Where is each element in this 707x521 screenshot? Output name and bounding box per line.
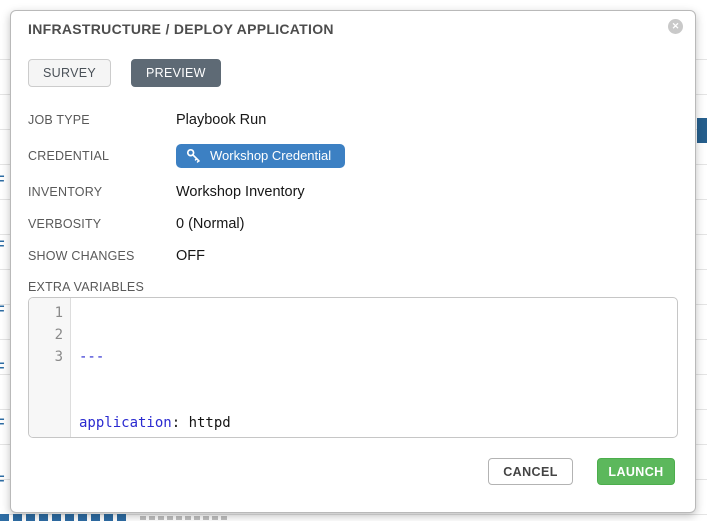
modal-footer: CANCEL LAUNCH: [488, 458, 675, 485]
show-changes-value: OFF: [176, 248, 205, 264]
field-row-credential: CREDENTIAL Workshop Credential: [28, 144, 678, 168]
code-token: : httpd: [172, 415, 231, 431]
line-number: 2: [29, 324, 63, 346]
extra-variables-label: EXTRA VARIABLES: [28, 280, 678, 294]
field-row-verbosity: VERBOSITY 0 (Normal): [28, 216, 678, 232]
modal-title: INFRASTRUCTURE / DEPLOY APPLICATION: [28, 22, 678, 37]
inventory-value: Workshop Inventory: [176, 184, 305, 200]
line-number: 3: [29, 346, 63, 368]
code-token: application: [79, 415, 172, 431]
background-text-fragment: [0, 514, 128, 521]
deploy-application-modal: INFRASTRUCTURE / DEPLOY APPLICATION ✕ SU…: [10, 10, 696, 513]
code-token: ---: [79, 349, 104, 365]
credential-badge-label: Workshop Credential: [210, 148, 331, 163]
verbosity-value: 0 (Normal): [176, 216, 244, 232]
tab-preview[interactable]: PREVIEW: [131, 59, 221, 87]
job-type-label: JOB TYPE: [28, 113, 176, 127]
background-blue-block: [697, 118, 707, 143]
field-row-job-type: JOB TYPE Playbook Run: [28, 112, 678, 128]
field-list: JOB TYPE Playbook Run CREDENTIAL Worksho…: [28, 112, 678, 264]
close-icon[interactable]: ✕: [668, 19, 683, 34]
background-text-fragment: F: [0, 172, 10, 188]
background-text-fragment: F: [0, 415, 10, 431]
credential-label: CREDENTIAL: [28, 149, 176, 163]
verbosity-label: VERBOSITY: [28, 217, 176, 231]
editor-code-area[interactable]: --- application: httpd: [71, 298, 677, 437]
background-text-fragment: F: [0, 302, 10, 318]
key-icon: [186, 148, 201, 163]
tab-survey[interactable]: SURVEY: [28, 59, 111, 87]
show-changes-label: SHOW CHANGES: [28, 249, 176, 263]
credential-badge[interactable]: Workshop Credential: [176, 144, 345, 168]
field-row-inventory: INVENTORY Workshop Inventory: [28, 184, 678, 200]
tab-bar: SURVEY PREVIEW: [28, 59, 678, 87]
code-line: ---: [79, 346, 677, 368]
cancel-button[interactable]: CANCEL: [488, 458, 573, 485]
inventory-label: INVENTORY: [28, 185, 176, 199]
code-line: application: httpd: [79, 412, 677, 434]
background-text-fragment: [140, 516, 228, 520]
background-text-fragment: F: [0, 359, 10, 375]
extra-variables-editor[interactable]: 1 2 3 --- application: httpd: [28, 297, 678, 438]
editor-line-numbers: 1 2 3: [29, 298, 71, 437]
background-text-fragment: F: [0, 472, 10, 488]
background-text-fragment: F: [0, 237, 10, 253]
line-number: 1: [29, 302, 63, 324]
launch-button[interactable]: LAUNCH: [597, 458, 675, 485]
field-row-show-changes: SHOW CHANGES OFF: [28, 248, 678, 264]
job-type-value: Playbook Run: [176, 112, 266, 128]
